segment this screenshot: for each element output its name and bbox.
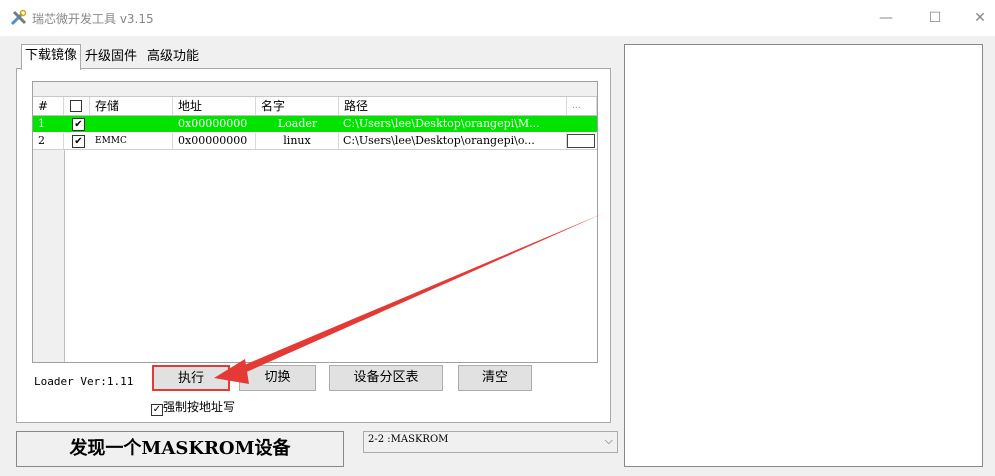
tab-download-image[interactable]: 下载镜像 — [21, 44, 82, 70]
annotation-arrow-icon — [214, 213, 604, 384]
